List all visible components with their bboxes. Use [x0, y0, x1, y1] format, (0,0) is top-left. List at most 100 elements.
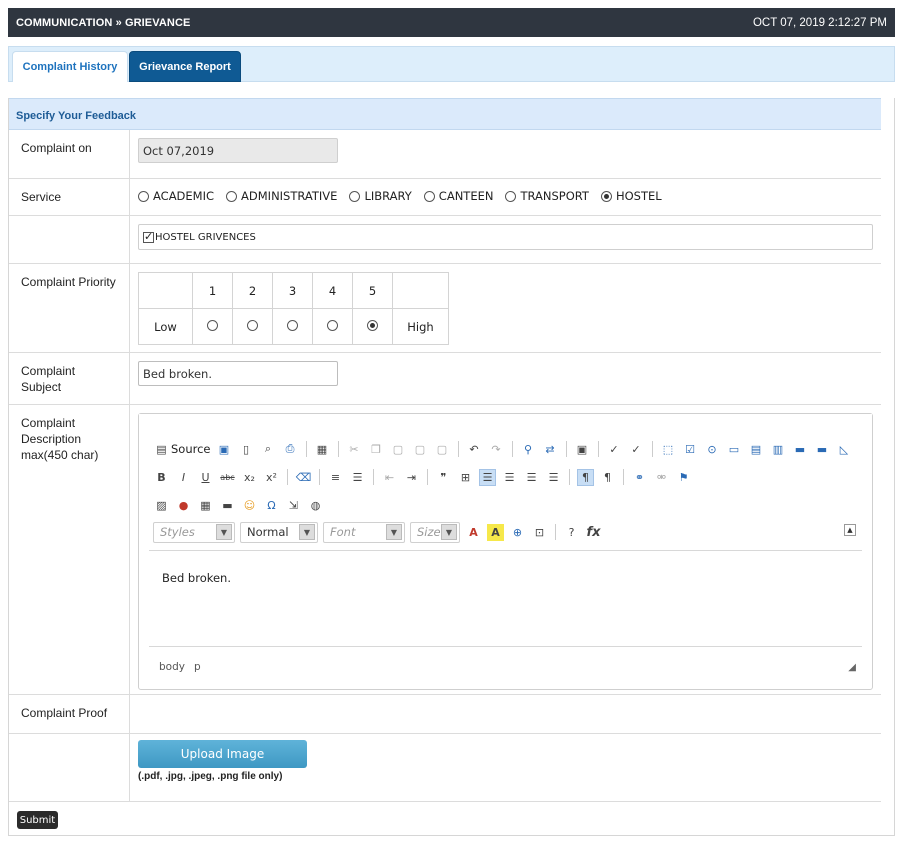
radio-icon[interactable]: ⊙: [704, 441, 721, 458]
select-all-icon[interactable]: ▣: [574, 441, 591, 458]
editor-content[interactable]: Bed broken.: [149, 550, 862, 647]
service-option-administrative[interactable]: ADMINISTRATIVE: [226, 189, 337, 203]
link-icon[interactable]: ⚭: [631, 469, 648, 486]
redo-icon[interactable]: ↷: [488, 441, 505, 458]
radio-transport[interactable]: [505, 190, 517, 202]
image-button-icon[interactable]: ▬: [814, 441, 831, 458]
ltr-icon[interactable]: ¶: [577, 468, 594, 486]
styles-combo[interactable]: Styles ▼: [153, 521, 235, 543]
print-icon[interactable]: ⎙: [282, 441, 299, 458]
tab-complaint-history[interactable]: Complaint History: [12, 51, 128, 82]
special-char-icon[interactable]: Ω: [263, 497, 280, 514]
iframe-icon[interactable]: ◍: [307, 497, 324, 514]
image-icon[interactable]: ▨: [153, 497, 170, 514]
spellcheck-icon[interactable]: ✓: [606, 441, 623, 458]
priority-radio-5[interactable]: [367, 319, 378, 331]
anchor-icon[interactable]: ⚑: [675, 469, 692, 486]
paste-text-icon[interactable]: ▢: [412, 441, 429, 458]
horizontal-rule-icon[interactable]: ▬: [219, 497, 236, 514]
new-page-icon[interactable]: ▯: [238, 441, 255, 458]
service-option-hostel[interactable]: HOSTEL: [600, 189, 662, 203]
outdent-icon[interactable]: ⇤: [381, 469, 398, 486]
radio-canteen[interactable]: [423, 190, 435, 202]
checkbox-icon[interactable]: ☑: [682, 441, 699, 458]
submit-button[interactable]: Submit: [17, 811, 58, 829]
source-icon[interactable]: ▤: [153, 441, 170, 458]
templates-icon[interactable]: ▦: [314, 441, 331, 458]
bg-color-icon[interactable]: A: [487, 523, 504, 541]
service-option-academic[interactable]: ACADEMIC: [138, 189, 214, 203]
paste-word-icon[interactable]: ▢: [434, 441, 451, 458]
textfield-icon[interactable]: ▭: [726, 441, 743, 458]
find-icon[interactable]: ⚲: [520, 441, 537, 458]
superscript-icon[interactable]: x²: [263, 469, 280, 486]
source-button[interactable]: Source: [171, 442, 211, 456]
form-icon[interactable]: ⬚: [660, 441, 677, 458]
spellcheck-dropdown-icon[interactable]: ✓: [628, 441, 645, 458]
maximize-icon[interactable]: ⊕: [509, 524, 526, 541]
hidden-field-icon[interactable]: ◺: [836, 441, 853, 458]
strike-icon[interactable]: abc: [219, 469, 236, 486]
service-option-transport[interactable]: TRANSPORT: [505, 189, 589, 203]
indent-icon[interactable]: ⇥: [403, 469, 420, 486]
rtl-icon[interactable]: ¶: [599, 469, 616, 486]
paste-icon[interactable]: ▢: [390, 441, 407, 458]
unlink-icon[interactable]: ⚮: [653, 469, 670, 486]
replace-icon[interactable]: ⇄: [542, 441, 559, 458]
smiley-icon[interactable]: ☺: [241, 497, 258, 514]
copy-icon[interactable]: ❐: [368, 441, 385, 458]
page-break-icon[interactable]: ⇲: [285, 497, 302, 514]
undo-icon[interactable]: ↶: [466, 441, 483, 458]
save-icon[interactable]: ▣: [216, 441, 233, 458]
format-combo[interactable]: Normal ▼: [240, 521, 318, 543]
preview-icon[interactable]: ⌕: [260, 441, 277, 458]
collapse-toolbar-icon[interactable]: ▲: [844, 524, 856, 536]
service-option-library[interactable]: LIBRARY: [349, 189, 412, 203]
flash-icon[interactable]: ●: [175, 497, 192, 514]
textarea-icon[interactable]: ▤: [748, 441, 765, 458]
priority-radio-4[interactable]: [327, 319, 338, 331]
service-option-canteen[interactable]: CANTEEN: [423, 189, 493, 203]
radio-academic[interactable]: [138, 190, 149, 202]
subject-input[interactable]: Bed broken.: [138, 361, 338, 386]
hostel-grievances-checkbox[interactable]: [143, 230, 154, 243]
align-center-icon[interactable]: ☰: [501, 469, 518, 486]
priority-radio-2[interactable]: [247, 319, 258, 331]
size-combo[interactable]: Size ▼: [410, 521, 460, 543]
bold-icon[interactable]: B: [153, 469, 170, 486]
align-right-icon[interactable]: ☰: [523, 469, 540, 486]
font-combo[interactable]: Font ▼: [323, 521, 405, 543]
bulleted-list-icon[interactable]: ☰: [349, 469, 366, 486]
radio-hostel[interactable]: [600, 190, 612, 202]
numbered-list-icon[interactable]: ≡: [327, 469, 344, 486]
justify-icon[interactable]: ☰: [545, 469, 562, 486]
top-bar: COMMUNICATION » GRIEVANCE OCT 07, 2019 2…: [8, 8, 895, 37]
align-left-icon[interactable]: ☰: [479, 468, 496, 486]
path-body[interactable]: body: [159, 661, 185, 673]
cut-icon[interactable]: ✂: [346, 441, 363, 458]
priority-radio-3[interactable]: [287, 319, 298, 331]
service-radio-group: ACADEMIC ADMINISTRATIVE LIBRARY CANTEEN …: [138, 189, 662, 203]
tab-grievance-report[interactable]: Grievance Report: [129, 51, 241, 82]
text-color-icon[interactable]: A: [465, 524, 482, 541]
underline-icon[interactable]: U: [197, 469, 214, 486]
about-icon[interactable]: ?: [563, 524, 580, 541]
formula-icon[interactable]: fx: [585, 524, 602, 541]
radio-library[interactable]: [349, 190, 361, 202]
resize-handle-icon[interactable]: ◢: [848, 662, 856, 673]
italic-icon[interactable]: I: [175, 469, 192, 486]
table-icon[interactable]: ▦: [197, 497, 214, 514]
button-icon[interactable]: ▬: [792, 441, 809, 458]
sub-category-row: HOSTEL GRIVENCES: [9, 216, 881, 264]
radio-administrative[interactable]: [226, 190, 238, 202]
priority-radio-1[interactable]: [207, 319, 218, 331]
hostel-grievances-label: HOSTEL GRIVENCES: [155, 231, 256, 243]
remove-format-icon[interactable]: ⌫: [295, 469, 312, 486]
div-icon[interactable]: ⊞: [457, 469, 474, 486]
select-icon[interactable]: ▥: [770, 441, 787, 458]
subscript-icon[interactable]: x₂: [241, 469, 258, 486]
path-p[interactable]: p: [194, 661, 201, 673]
show-blocks-icon[interactable]: ⊡: [531, 524, 548, 541]
upload-image-button[interactable]: Upload Image: [138, 740, 307, 768]
blockquote-icon[interactable]: ❞: [435, 469, 452, 486]
